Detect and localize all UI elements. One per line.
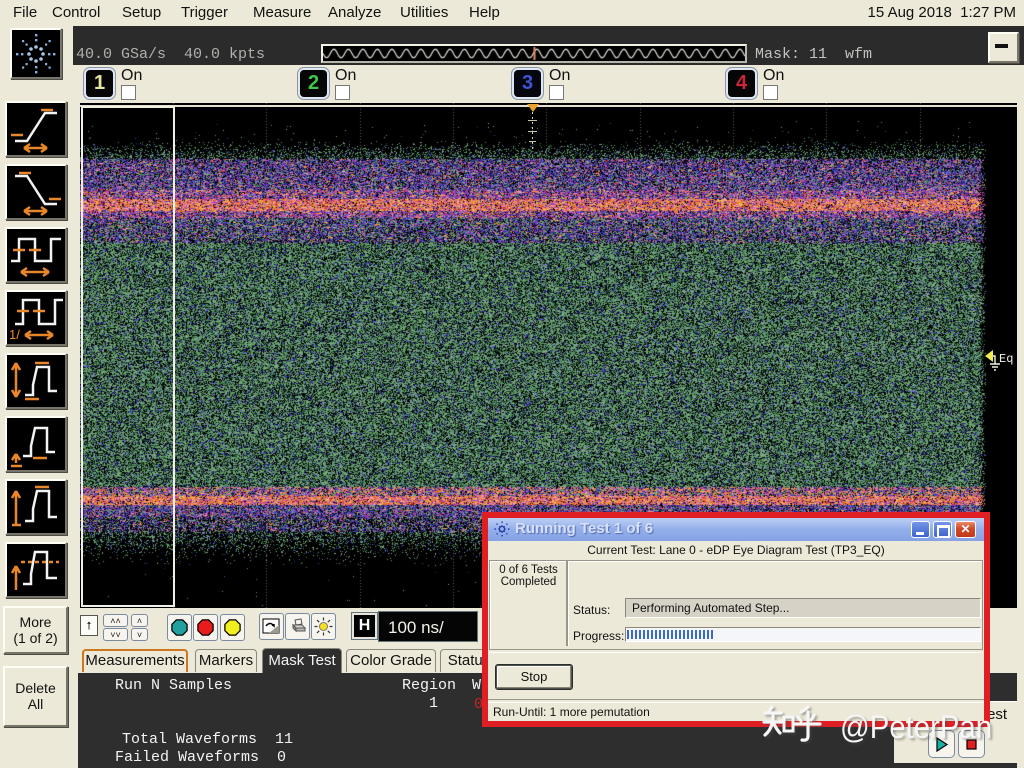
svg-text:1/: 1/ (9, 327, 20, 342)
svg-text:Eq: Eq (999, 352, 1013, 366)
svg-text:@PeterPan: @PeterPan (840, 709, 992, 745)
